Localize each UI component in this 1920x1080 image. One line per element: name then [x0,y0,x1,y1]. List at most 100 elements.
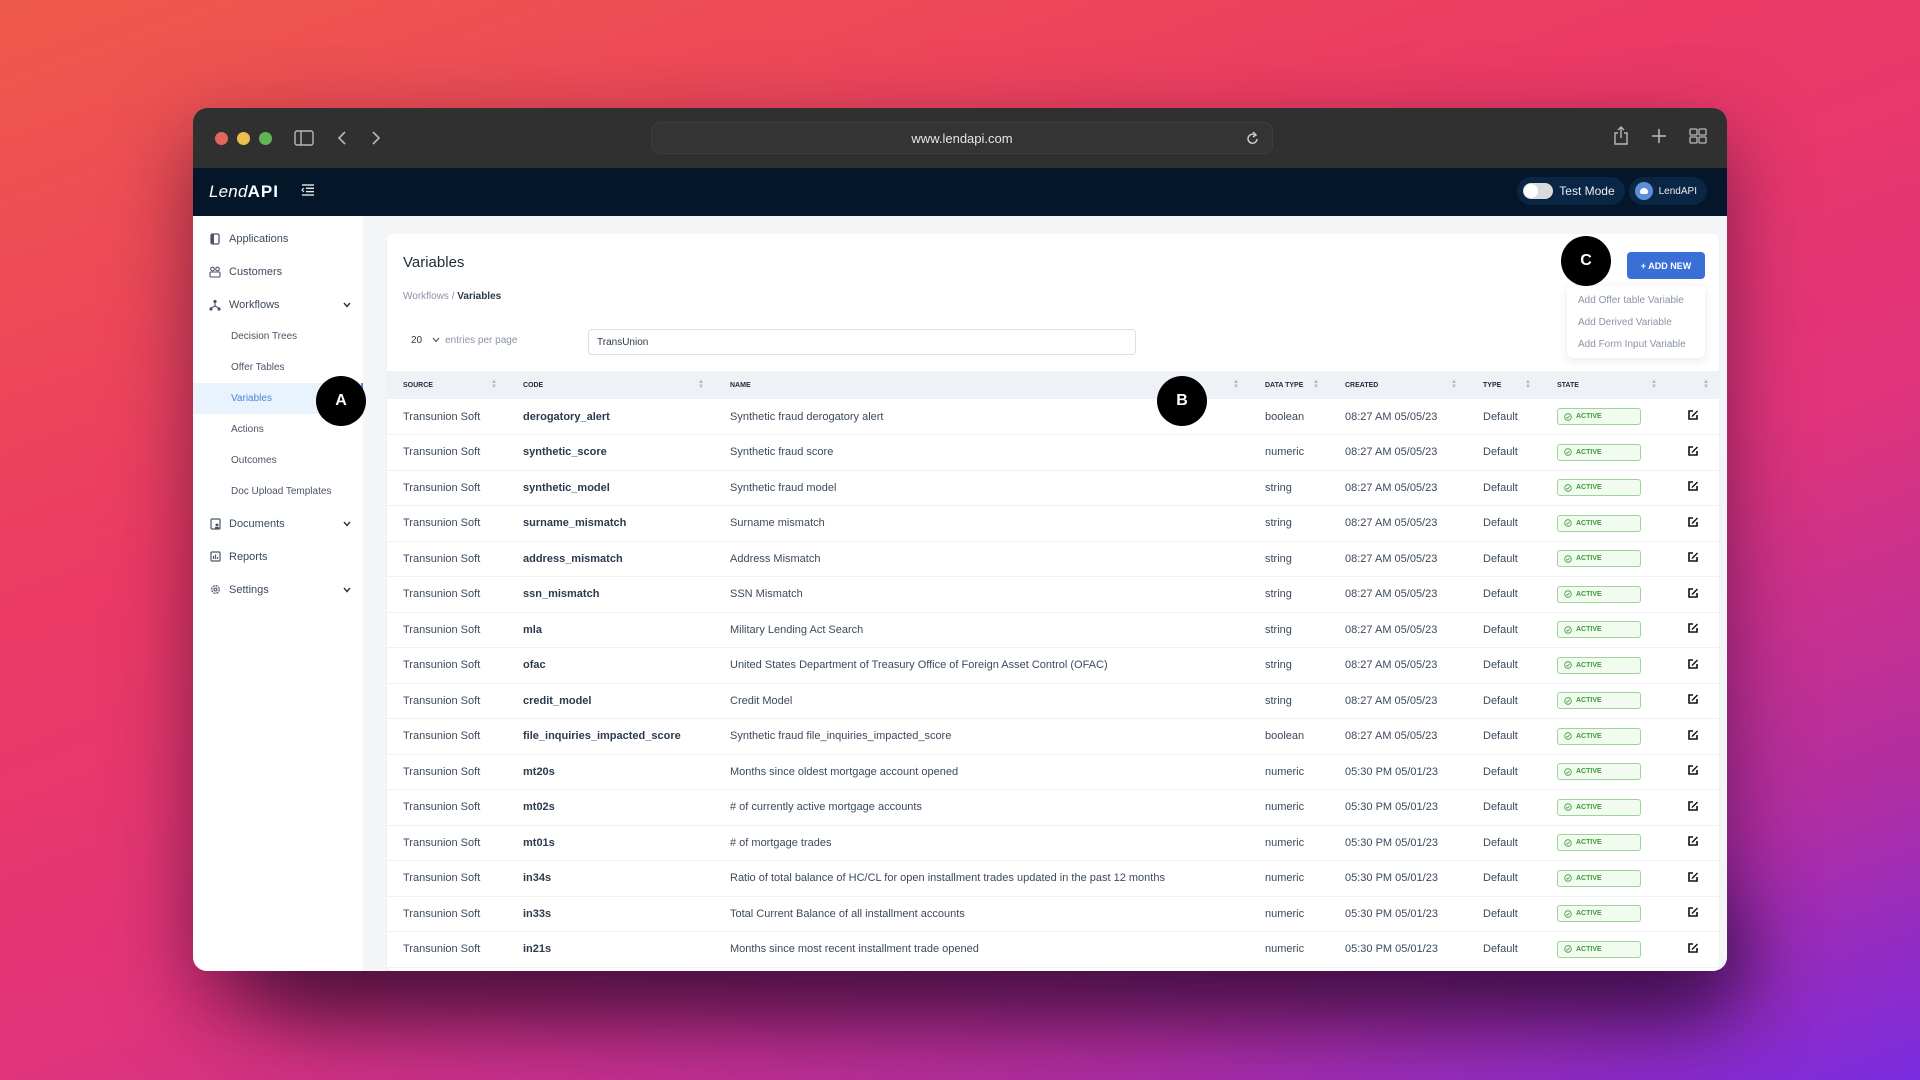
sort-icon[interactable]: ▲ ▼ [1651,379,1657,390]
sort-icon[interactable]: ▲ ▼ [1313,379,1319,390]
edit-icon[interactable] [1687,906,1699,918]
menu-collapse-icon[interactable] [301,183,315,201]
column-header-code[interactable]: Code ▲ ▼ [507,371,714,399]
variables-table: Source ▲ ▼ Code ▲ ▼ Name ▲ ▼ Data Type ▲ ▼ Creat… [387,371,1719,968]
edit-icon[interactable] [1687,480,1699,492]
edit-icon[interactable] [1687,800,1699,812]
toggle-switch[interactable] [1523,183,1554,199]
sort-icon[interactable]: ▲ ▼ [491,379,497,390]
entries-select[interactable]: 20 [411,335,440,346]
column-header-state[interactable]: State ▲ ▼ [1541,371,1667,399]
table-row[interactable]: Transunion Soft mt01s # of mortgage trades… [387,825,1719,861]
sidebar-item-reports[interactable]: Reports [193,540,363,573]
column-header-source[interactable]: Source ▲ ▼ [387,371,507,399]
sidebar-item-outcomes[interactable]: Outcomes [193,445,363,476]
sort-icon[interactable]: ▲ ▼ [1233,379,1239,390]
status-badge: ACTIVE [1557,692,1641,710]
share-icon[interactable] [1613,126,1629,151]
callout-b: B [1157,376,1207,426]
check-circle-icon [1564,910,1572,918]
account-menu[interactable]: LendAPI [1628,177,1707,205]
table-row[interactable]: Transunion Soft mt20s Months since oldest … [387,754,1719,790]
chevron-down-icon[interactable] [343,519,351,529]
edit-icon[interactable] [1687,658,1699,670]
sidebar-item-doc-upload-templates[interactable]: Doc Upload Templates [193,476,363,507]
edit-icon[interactable] [1687,835,1699,847]
table-row[interactable]: Transunion Soft address_mismatch Address M… [387,541,1719,577]
cell-code: synthetic_model [523,481,610,494]
table-row[interactable]: Transunion Soft ofac United States Departm… [387,648,1719,683]
cell-created: 08:27 AM 05/05/23 [1345,730,1438,743]
table-row[interactable]: Transunion Soft credit_model Credit Model s… [387,683,1719,719]
cell-type: Default [1483,872,1518,885]
table-row[interactable]: Transunion Soft synthetic_score Synthetic … [387,435,1719,470]
table-row[interactable]: Transunion Soft derogatory_alert Synthetic… [387,399,1719,435]
address-bar[interactable]: www.lendapi.com [651,122,1273,154]
maximize-window-button[interactable] [259,131,272,145]
lendapi-logo[interactable]: LendAPI [209,182,279,202]
column-header-actions[interactable]: ▲ ▼ [1667,371,1719,399]
column-header-data-type[interactable]: Data Type ▲ ▼ [1249,371,1329,399]
chevron-down-icon[interactable] [343,300,351,310]
edit-icon[interactable] [1687,551,1699,563]
edit-icon[interactable] [1687,516,1699,528]
forward-arrow-icon[interactable] [370,130,382,146]
table-row[interactable]: Transunion Soft mt02s # of currently activ… [387,790,1719,825]
cell-type: Default [1483,943,1518,956]
sidebar-toggle-icon[interactable] [294,130,314,146]
column-header-type[interactable]: Type ▲ ▼ [1467,371,1541,399]
cell-name: Military Lending Act Search [730,623,864,636]
menu-item-add-form-input-variable[interactable]: Add Form Input Variable [1567,333,1705,355]
edit-icon[interactable] [1687,871,1699,883]
menu-item-add-offer-table-variable[interactable]: Add Offer table Variable [1567,289,1705,311]
new-tab-icon[interactable] [1651,126,1667,151]
sort-icon[interactable]: ▲ ▼ [698,379,704,390]
tab-overview-icon[interactable] [1689,126,1707,151]
edit-icon[interactable] [1687,764,1699,776]
cell-type: Default [1483,836,1518,849]
logo-bold-text: API [247,182,279,201]
column-header-created[interactable]: Created ▲ ▼ [1329,371,1467,399]
sort-icon[interactable]: ▲ ▼ [1451,379,1457,390]
sidebar-item-settings[interactable]: Settings [193,573,363,606]
back-arrow-icon[interactable] [336,130,348,146]
cell-state: ACTIVE [1541,932,1667,968]
sidebar-item-workflows[interactable]: Workflows [193,288,363,321]
table-row[interactable]: Transunion Soft file_inquiries_impacted_s… [387,719,1719,754]
table-row[interactable]: Transunion Soft in34s Ratio of total balan… [387,861,1719,896]
table-row[interactable]: Transunion Soft surname_mismatch Surname m… [387,506,1719,541]
breadcrumb-workflows[interactable]: Workflows [403,291,449,302]
sidebar-item-documents[interactable]: Documents [193,507,363,540]
sidebar-item-applications[interactable]: Applications [193,222,363,255]
table-row[interactable]: Transunion Soft synthetic_model Synthetic … [387,470,1719,506]
table-row[interactable]: Transunion Soft in21s Months since most re… [387,932,1719,968]
edit-icon[interactable] [1687,409,1699,421]
sidebar-item-customers[interactable]: Customers [193,255,363,288]
add-new-button[interactable]: + ADD NEW [1627,252,1705,279]
cell-created: 05:30 PM 05/01/23 [1345,907,1438,920]
minimize-window-button[interactable] [237,131,250,145]
cell-source: Transunion Soft [403,694,481,707]
sort-icon[interactable]: ▲ ▼ [1525,379,1531,390]
test-mode-toggle[interactable]: Test Mode [1517,177,1625,205]
edit-icon[interactable] [1687,587,1699,599]
reload-icon[interactable] [1246,130,1260,149]
edit-icon[interactable] [1687,445,1699,457]
close-window-button[interactable] [215,131,228,145]
edit-icon[interactable] [1687,693,1699,705]
cell-code: mt20s [523,765,555,778]
edit-icon[interactable] [1687,622,1699,634]
table-row[interactable]: Transunion Soft ssn_mismatch SSN Mismatch s… [387,577,1719,612]
search-input[interactable] [588,329,1136,355]
test-mode-label: Test Mode [1559,184,1615,198]
sidebar-item-decision-trees[interactable]: Decision Trees [193,321,363,352]
cell-type: Default [1483,623,1518,636]
sort-icon[interactable]: ▲ ▼ [1703,379,1709,390]
menu-item-add-derived-variable[interactable]: Add Derived Variable [1567,311,1705,333]
chevron-down-icon[interactable] [343,585,351,595]
edit-icon[interactable] [1687,729,1699,741]
edit-icon[interactable] [1687,942,1699,954]
callout-c: C [1561,236,1611,286]
table-row[interactable]: Transunion Soft mla Military Lending Act S… [387,612,1719,648]
table-row[interactable]: Transunion Soft in33s Total Current Balanc… [387,896,1719,932]
